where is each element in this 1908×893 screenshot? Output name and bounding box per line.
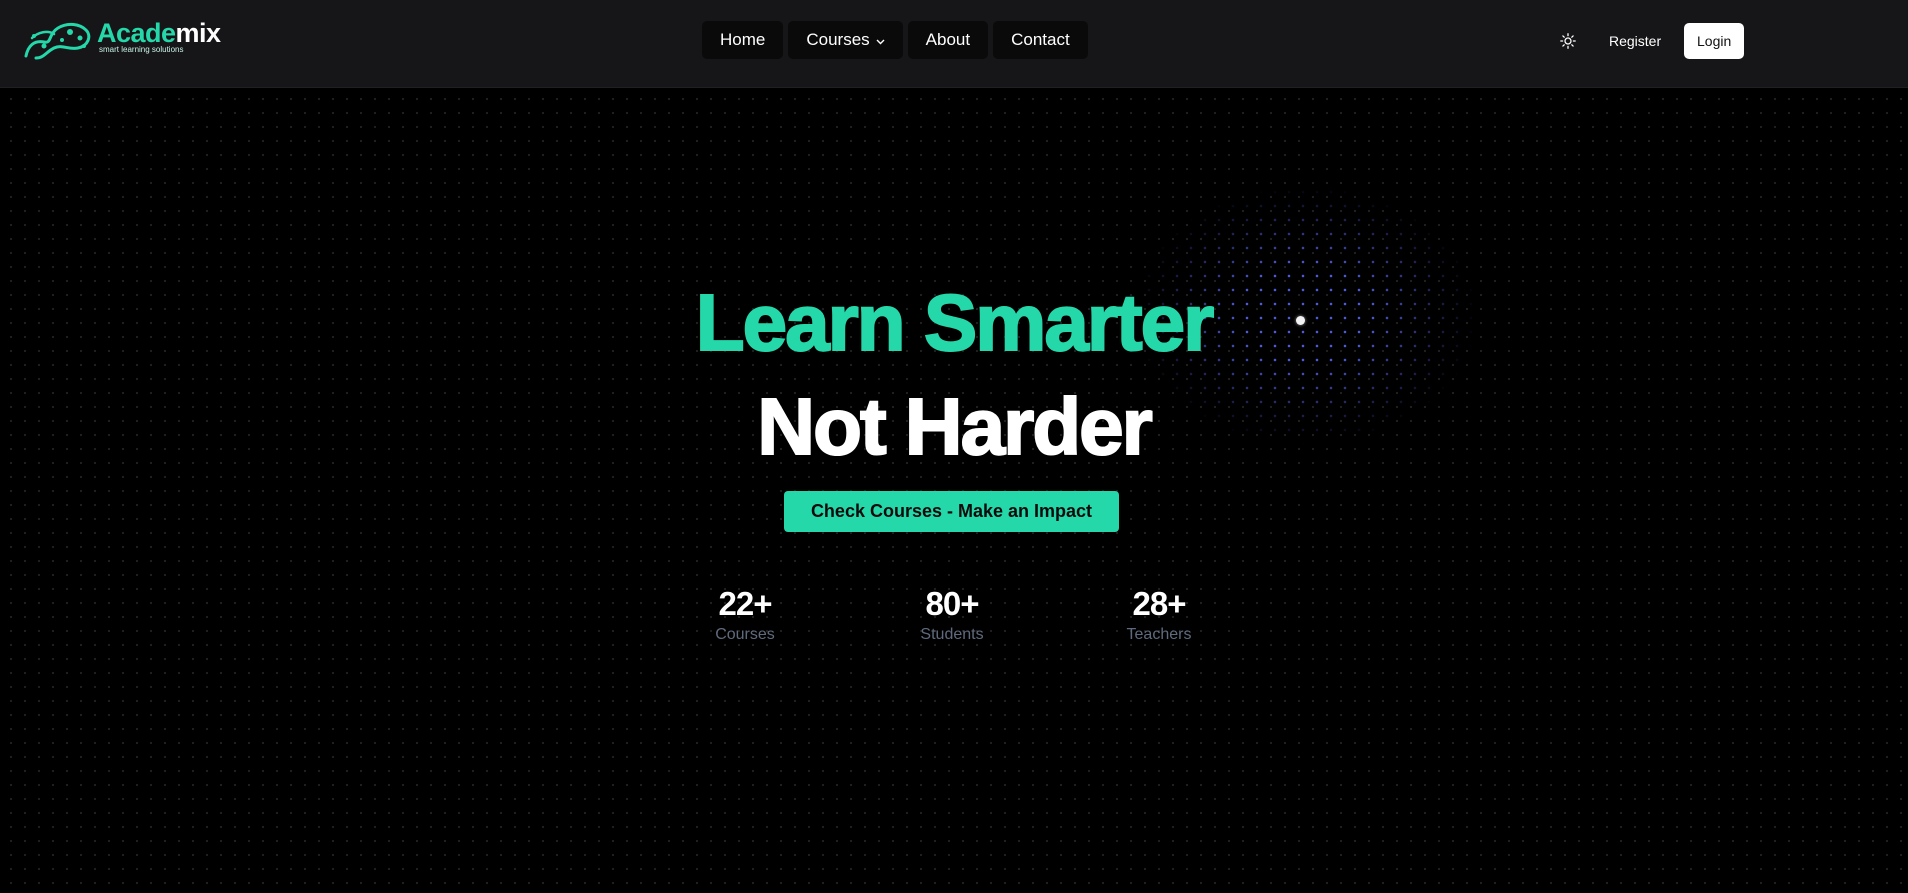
stat-teachers: 28+ Teachers	[1089, 583, 1229, 645]
brand-name: Academix	[97, 18, 221, 48]
hero-heading-line2: Not Harder	[756, 381, 1153, 472]
sun-icon	[1560, 33, 1576, 49]
check-courses-button[interactable]: Check Courses - Make an Impact	[784, 491, 1119, 532]
header-actions: Register Login	[1555, 23, 1745, 59]
chevron-down-icon	[876, 36, 885, 48]
login-button[interactable]: Login	[1684, 23, 1745, 59]
stat-label: Teachers	[1126, 626, 1192, 643]
nav-about[interactable]: About	[907, 21, 989, 59]
nav-home[interactable]: Home	[702, 21, 784, 59]
nav-home-label: Home	[720, 30, 766, 49]
register-link[interactable]: Register	[1609, 33, 1661, 49]
brand-tagline: smart learning solutions	[99, 45, 184, 54]
nav-courses[interactable]: Courses	[788, 21, 903, 59]
stat-value: 80+	[925, 585, 980, 622]
stat-students: 80+ Students	[882, 583, 1022, 645]
hero-heading-line1: Learn Smarter	[695, 277, 1215, 368]
brand-name-part2: mix	[175, 18, 222, 48]
nav-contact[interactable]: Contact	[993, 21, 1088, 59]
main-nav: Home Courses About Contact	[702, 21, 1088, 59]
page: Academix smart learning solutions Home C…	[0, 0, 1908, 893]
nav-contact-label: Contact	[1011, 30, 1070, 49]
nav-courses-label: Courses	[806, 30, 870, 49]
stat-label: Students	[920, 626, 984, 643]
brand-logo[interactable]: Academix smart learning solutions	[22, 18, 232, 64]
nav-about-label: About	[925, 30, 971, 49]
stat-label: Courses	[715, 626, 775, 643]
stat-courses: 22+ Courses	[675, 583, 815, 645]
logo-mark-icon	[24, 22, 91, 60]
theme-toggle-button[interactable]	[1555, 28, 1581, 54]
brand-name-part1: Acade	[97, 18, 176, 48]
top-navbar: Academix smart learning solutions Home C…	[0, 0, 1908, 88]
stat-value: 22+	[718, 585, 773, 622]
stat-value: 28+	[1132, 585, 1187, 622]
